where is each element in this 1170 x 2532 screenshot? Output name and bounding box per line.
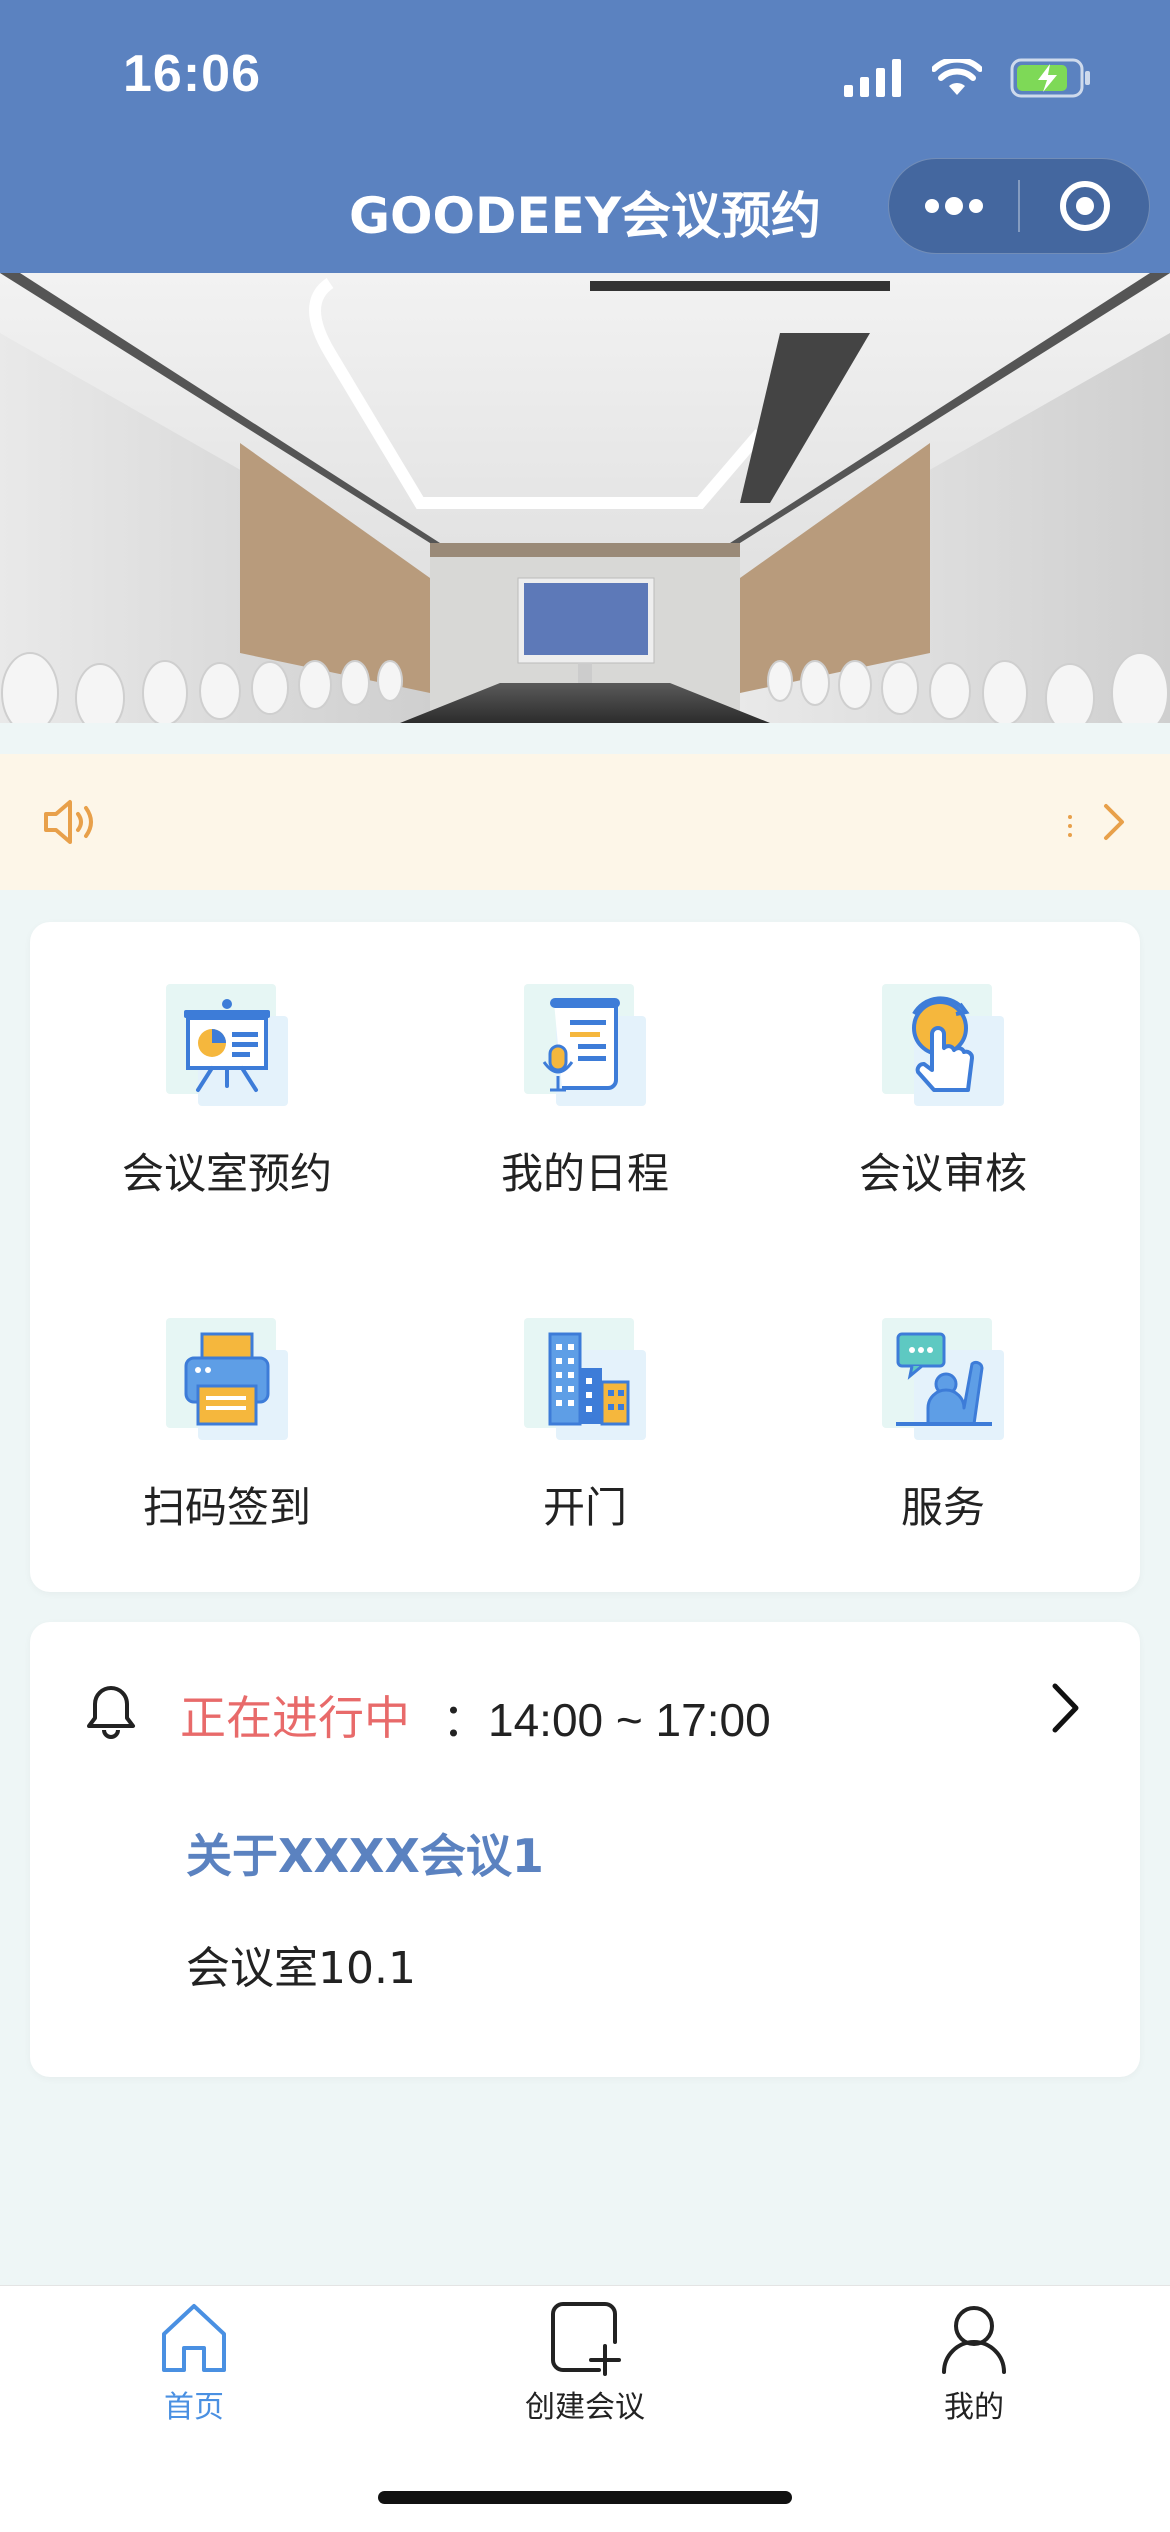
add-meeting-icon [551, 2302, 621, 2376]
printer-icon [162, 1314, 292, 1444]
conference-room-illustration [0, 273, 1170, 723]
battery-icon [1010, 58, 1090, 98]
notice-scroll-dots [1068, 815, 1072, 837]
feature-grid-card: 会议室预约 我的日程 会议审核 扫码签到 开门 服务 [30, 922, 1140, 1592]
grid-label: 我的日程 [500, 1149, 669, 1198]
tab-home[interactable]: 首页 [44, 2300, 344, 2426]
tab-create-meeting[interactable]: 创建会议 [435, 2300, 735, 2426]
speaker-icon [44, 800, 93, 844]
close-button[interactable] [1020, 159, 1149, 253]
banner-image[interactable] [0, 273, 1170, 723]
grid-item-open-door[interactable]: 开门 [400, 1314, 770, 1535]
grid-item-service[interactable]: 服务 [758, 1314, 1128, 1535]
notice-bar[interactable] [0, 754, 1170, 890]
target-close-icon [1059, 181, 1110, 231]
grid-item-room-booking[interactable]: 会议室预约 [42, 980, 412, 1201]
building-icon [520, 1314, 650, 1444]
status-icons [844, 56, 1092, 100]
grid-label: 会议审核 [858, 1149, 1027, 1198]
home-icon [162, 2304, 226, 2372]
more-button[interactable] [889, 159, 1018, 253]
grid-label: 开门 [542, 1483, 627, 1532]
presentation-board-icon [162, 980, 292, 1110]
grid-item-meeting-approval[interactable]: 会议审核 [758, 980, 1128, 1201]
bell-icon [87, 1686, 135, 1739]
grid-label: 会议室预约 [121, 1149, 332, 1198]
service-chat-icon [878, 1314, 1008, 1444]
mini-program-capsule [888, 158, 1150, 254]
grid-item-my-schedule[interactable]: 我的日程 [400, 980, 770, 1201]
chevron-right-icon[interactable] [1050, 1682, 1080, 1734]
tab-label: 首页 [164, 2390, 224, 2425]
tab-label: 我的 [944, 2390, 1004, 2425]
signal-icon [844, 59, 901, 97]
tap-approve-icon [878, 980, 1008, 1110]
grid-label: 服务 [900, 1483, 985, 1532]
schedule-scroll-icon [520, 980, 650, 1110]
current-meeting-card[interactable]: 正在进行中 ：14:00 ~ 17:00 关于XXXX会议1 会议室10.1 [30, 1622, 1140, 2077]
grid-item-scan-checkin[interactable]: 扫码签到 [42, 1314, 412, 1535]
tab-mine[interactable]: 我的 [824, 2300, 1124, 2426]
chevron-right-icon[interactable] [1102, 802, 1126, 842]
more-dots-icon [924, 197, 983, 215]
meeting-room: 会议室10.1 [186, 1943, 416, 1994]
app-header: 16:06 GOODEEY会议预约 [0, 0, 1170, 273]
meeting-title: 关于XXXX会议1 [186, 1829, 544, 1883]
meeting-status: 正在进行中 [180, 1691, 410, 1745]
status-time: 16:06 [123, 45, 261, 103]
home-indicator [378, 2491, 792, 2504]
grid-label: 扫码签到 [142, 1483, 311, 1532]
wifi-icon [932, 59, 982, 95]
user-icon [942, 2306, 1006, 2374]
meeting-time: ：14:00 ~ 17:00 [442, 1694, 771, 1746]
tab-label: 创建会议 [525, 2390, 645, 2425]
